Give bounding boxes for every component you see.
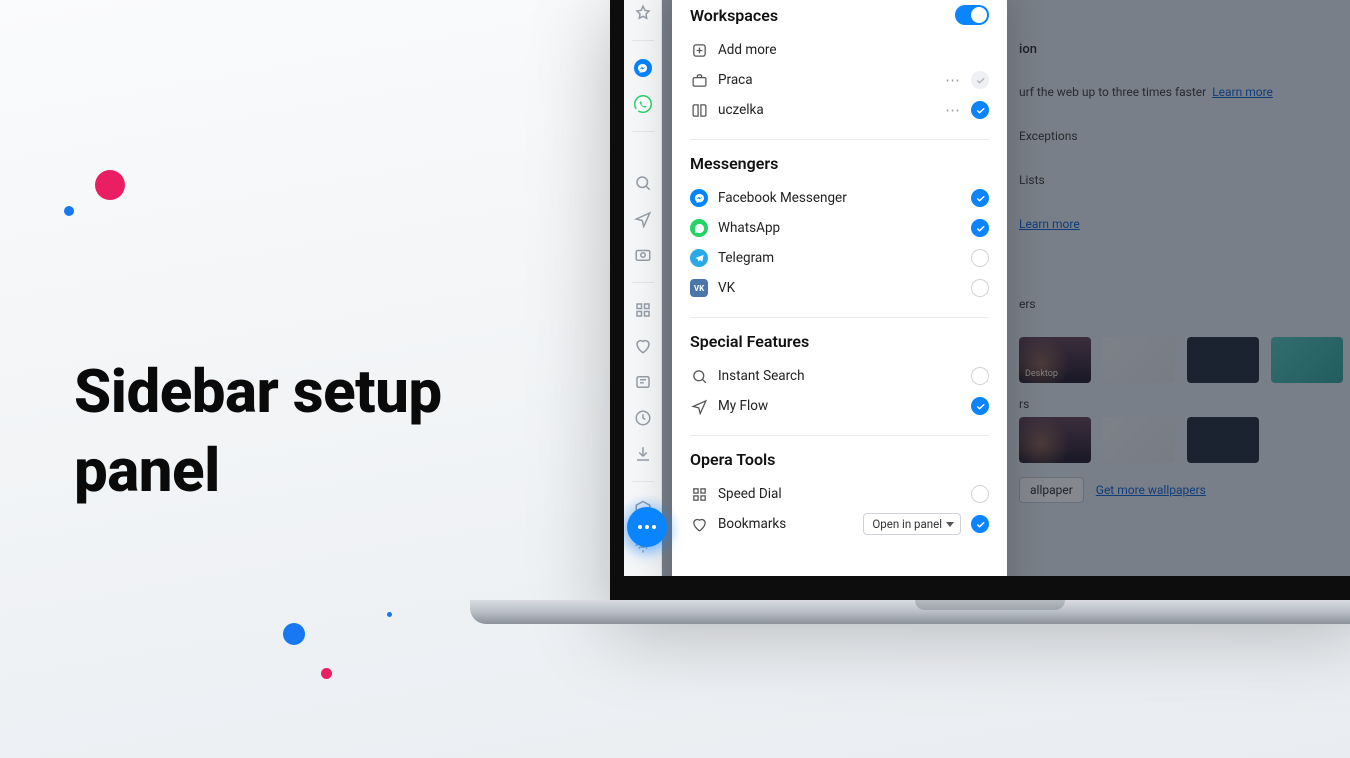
tools-label: Speed Dial [718, 486, 961, 502]
messengers-title: Messengers [690, 154, 989, 173]
hero-title-line1: Sidebar setup [74, 352, 442, 431]
special-checkbox[interactable] [971, 367, 989, 385]
screen-content: ion urf the web up to three times faster… [624, 0, 1350, 576]
messenger-checkbox[interactable] [971, 189, 989, 207]
speed-dial-star-icon[interactable] [634, 4, 652, 22]
tools-checkbox[interactable] [971, 485, 989, 503]
workspace-item[interactable]: uczelka ⋯ [690, 95, 989, 125]
whatsapp-icon[interactable] [634, 95, 652, 113]
grid-icon [690, 485, 708, 503]
bookmarks-heart-icon[interactable] [634, 337, 652, 355]
laptop-notch [915, 600, 1065, 610]
messenger-label: VK [718, 280, 961, 296]
workspaces-title: Workspaces [690, 6, 778, 25]
speed-dial-grid-icon[interactable] [634, 301, 652, 319]
add-workspace[interactable]: Add more [690, 35, 989, 65]
messenger-checkbox[interactable] [971, 219, 989, 237]
messenger-icon [690, 189, 708, 207]
book-icon [690, 101, 708, 119]
add-more-label: Add more [718, 42, 989, 58]
workspace-label: Praca [718, 72, 935, 88]
workspace-label: uczelka [718, 102, 935, 118]
hero-title: Sidebar setup panel [74, 352, 442, 510]
tools-title: Opera Tools [690, 450, 989, 469]
telegram-icon [690, 249, 708, 267]
tools-label: Bookmarks [718, 516, 853, 532]
news-icon[interactable] [634, 373, 652, 391]
flow-icon[interactable] [634, 210, 652, 228]
more-options-icon[interactable]: ⋯ [945, 101, 961, 119]
search-icon [690, 367, 708, 385]
special-label: My Flow [718, 398, 961, 414]
tools-item[interactable]: Speed Dial [690, 479, 989, 509]
special-title: Special Features [690, 332, 989, 351]
laptop-base [470, 600, 1350, 624]
sidebar-setup-fab[interactable] [627, 507, 667, 547]
messenger-label: Facebook Messenger [718, 190, 961, 206]
special-checkbox[interactable] [971, 397, 989, 415]
plus-icon [690, 41, 708, 59]
downloads-icon[interactable] [634, 445, 652, 463]
workspace-checkbox[interactable] [971, 101, 989, 119]
tools-checkbox[interactable] [971, 515, 989, 533]
messenger-item[interactable]: Facebook Messenger [690, 183, 989, 213]
screen-frame: ion urf the web up to three times faster… [610, 0, 1350, 600]
search-icon[interactable] [634, 174, 652, 192]
decoration-dot [321, 668, 332, 679]
more-options-icon[interactable]: ⋯ [945, 71, 961, 89]
special-item[interactable]: Instant Search [690, 361, 989, 391]
heart-icon [690, 515, 708, 533]
snapshot-icon[interactable] [634, 246, 652, 264]
messenger-checkbox[interactable] [971, 279, 989, 297]
vk-icon: VK [690, 279, 708, 297]
messenger-label: WhatsApp [718, 220, 961, 236]
messenger-item[interactable]: Telegram [690, 243, 989, 273]
decoration-dot [283, 623, 305, 645]
decoration-dot [64, 206, 74, 216]
messenger-item[interactable]: VK VK [690, 273, 989, 303]
special-label: Instant Search [718, 368, 961, 384]
special-item[interactable]: My Flow [690, 391, 989, 421]
tools-item[interactable]: Bookmarks Open in panel [690, 509, 989, 539]
whatsapp-icon [690, 219, 708, 237]
history-icon[interactable] [634, 409, 652, 427]
sidebar-setup-panel: Workspaces Add more Praca ⋯ uczelka ⋯ [672, 0, 1007, 576]
briefcase-icon [690, 71, 708, 89]
send-icon [690, 397, 708, 415]
messenger-checkbox[interactable] [971, 249, 989, 267]
browser-sidebar [624, 0, 662, 576]
hero-title-line2: panel [74, 431, 442, 510]
decoration-dot [387, 612, 392, 617]
messenger-item[interactable]: WhatsApp [690, 213, 989, 243]
workspace-item[interactable]: Praca ⋯ [690, 65, 989, 95]
workspace-checkbox[interactable] [971, 71, 989, 89]
bookmarks-open-dropdown[interactable]: Open in panel [863, 513, 961, 535]
messenger-label: Telegram [718, 250, 961, 266]
workspaces-toggle[interactable] [955, 5, 989, 25]
messenger-icon[interactable] [634, 59, 652, 77]
laptop-mockup: ion urf the web up to three times faster… [610, 0, 1350, 680]
decoration-dot [95, 170, 125, 200]
